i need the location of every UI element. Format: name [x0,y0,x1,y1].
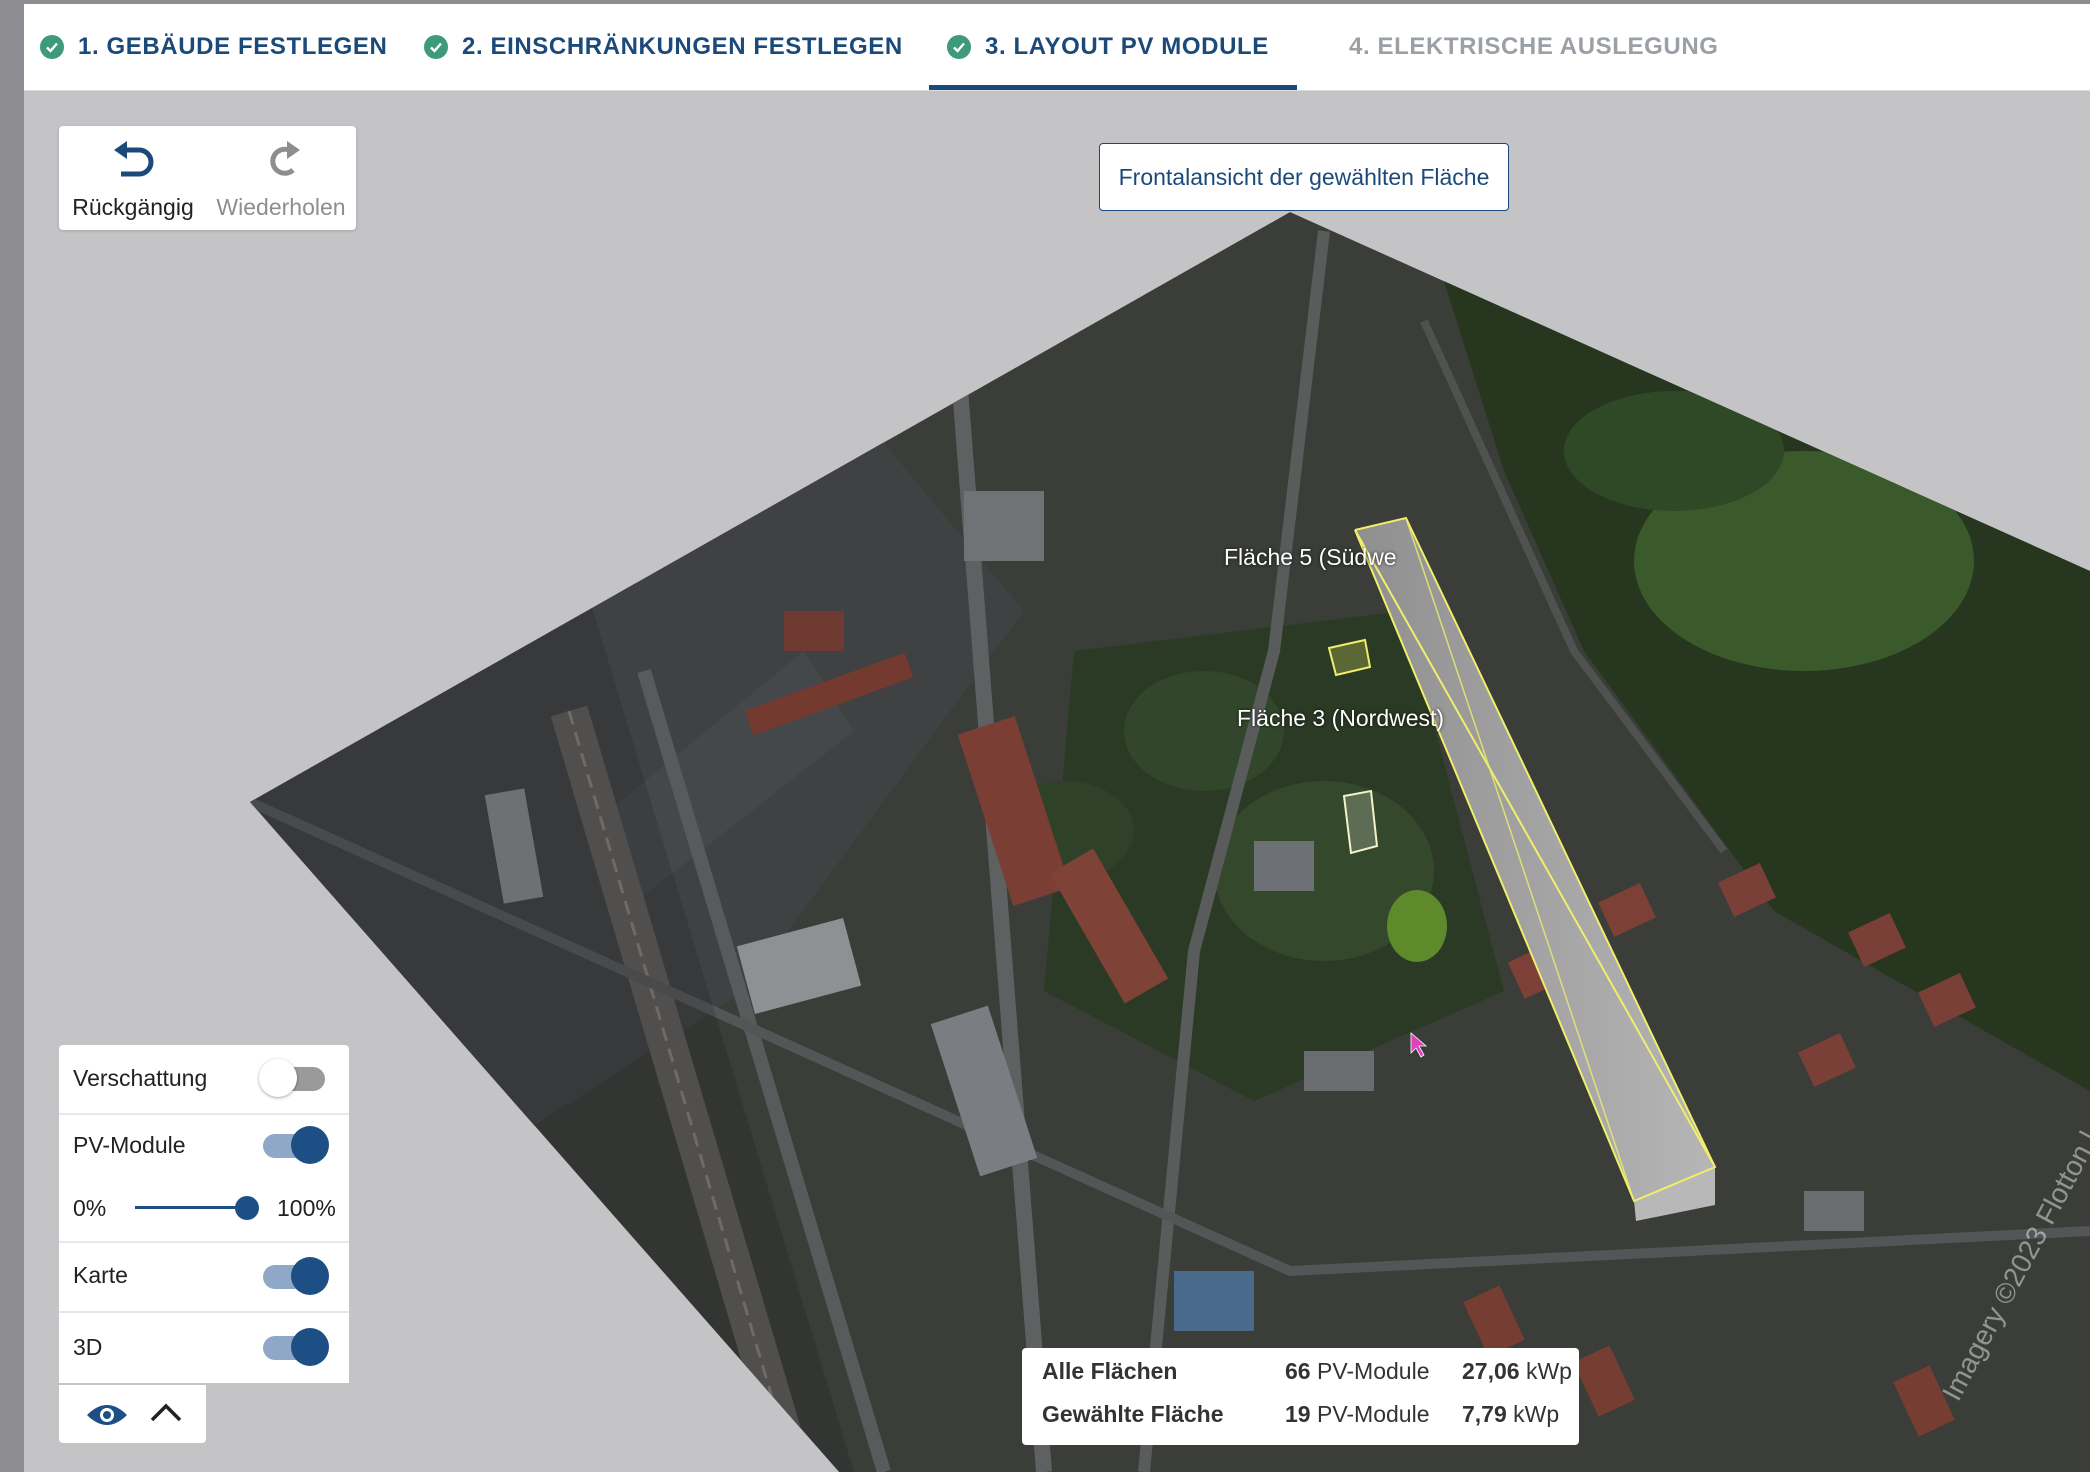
threed-toggle[interactable] [263,1328,329,1366]
pv-modules-label: PV-Module [73,1132,186,1158]
undo-button[interactable]: Rückgängig [59,126,207,230]
power-unit: kWp [1525,1358,1572,1384]
panel-footer [59,1385,206,1443]
map-label: Karte [73,1262,128,1288]
toggle-knob [291,1126,329,1164]
opacity-row: 0% 100% [59,1177,349,1243]
power-unit: kWp [1513,1401,1560,1427]
module-summary: Alle Flächen 66 PV-Module 27,06 kWp Gewä… [1022,1348,1579,1445]
tab-electrical[interactable]: 4. ELEKTRISCHE AUSLEGUNG [1349,4,1719,90]
map-toggle[interactable] [263,1257,329,1295]
check-icon [40,35,64,59]
chevron-up-icon[interactable] [149,1401,183,1423]
toggle-knob [291,1257,329,1295]
wizard-tab-bar: 1. GEBÄUDE FESTLEGEN 2. EINSCHRÄNKUNGEN … [24,4,2090,91]
opacity-slider-track[interactable] [135,1206,247,1209]
tab-building[interactable]: 1. GEBÄUDE FESTLEGEN [40,4,387,90]
summary-row-all: Alle Flächen 66 PV-Module 27,06 kWp [1042,1358,1572,1394]
threed-label: 3D [73,1334,103,1360]
opacity-min-label: 0% [73,1195,107,1221]
shading-label: Verschattung [73,1065,208,1091]
aerial-imagery [250,212,2090,1472]
tab-restrictions[interactable]: 2. EINSCHRÄNKUNGEN FESTLEGEN [424,4,903,90]
opacity-max-label: 100% [277,1195,336,1221]
area-label-3[interactable]: Fläche 3 (Nordwest) [1237,705,1444,732]
check-icon [947,35,971,59]
pv-modules-toggle[interactable] [263,1126,329,1164]
check-icon [424,35,448,59]
left-window-edge [0,0,24,1472]
toggle-knob [291,1328,329,1366]
eye-icon[interactable] [85,1401,129,1429]
tab-label: 1. GEBÄUDE FESTLEGEN [78,33,388,60]
module-unit: PV-Module [1316,1358,1430,1384]
summary-row-selected: Gewählte Fläche 19 PV-Module 7,79 kWp [1042,1401,1559,1437]
toggle-knob [259,1059,297,1097]
layer-control-panel: Verschattung PV-Module 0% 100% Karte 3D [59,1045,349,1383]
redo-icon [270,141,300,176]
opacity-slider-handle[interactable] [235,1196,259,1220]
redo-button[interactable]: Wiederholen [207,126,355,230]
threed-row: 3D [59,1313,349,1383]
module-count: 19 [1285,1401,1311,1427]
summary-label: Alle Flächen [1042,1358,1178,1384]
shading-row: Verschattung [59,1045,349,1115]
shading-toggle[interactable] [259,1059,325,1097]
tab-label: 3. LAYOUT PV MODULE [985,33,1269,60]
undo-icon [114,141,154,177]
redo-label: Wiederholen [216,194,346,220]
power-value: 7,79 [1462,1401,1507,1427]
undo-redo-toolbar: Rückgängig Wiederholen [59,126,356,230]
map-row: Karte [59,1243,349,1313]
module-unit: PV-Module [1316,1401,1430,1427]
tab-label: 2. EINSCHRÄNKUNGEN FESTLEGEN [462,33,903,60]
area-label-5[interactable]: Fläche 5 (Südwe [1224,544,1397,571]
power-value: 27,06 [1462,1358,1520,1384]
undo-label: Rückgängig [72,194,194,220]
pv-modules-row: PV-Module [59,1115,349,1177]
active-tab-indicator [929,85,1297,90]
module-count: 66 [1285,1358,1311,1384]
tab-label: 4. ELEKTRISCHE AUSLEGUNG [1349,33,1719,60]
tab-layout-pv[interactable]: 3. LAYOUT PV MODULE [929,4,1297,90]
summary-label: Gewählte Fläche [1042,1401,1224,1427]
frontal-view-button[interactable]: Frontalansicht der gewählten Fläche [1099,143,1509,211]
